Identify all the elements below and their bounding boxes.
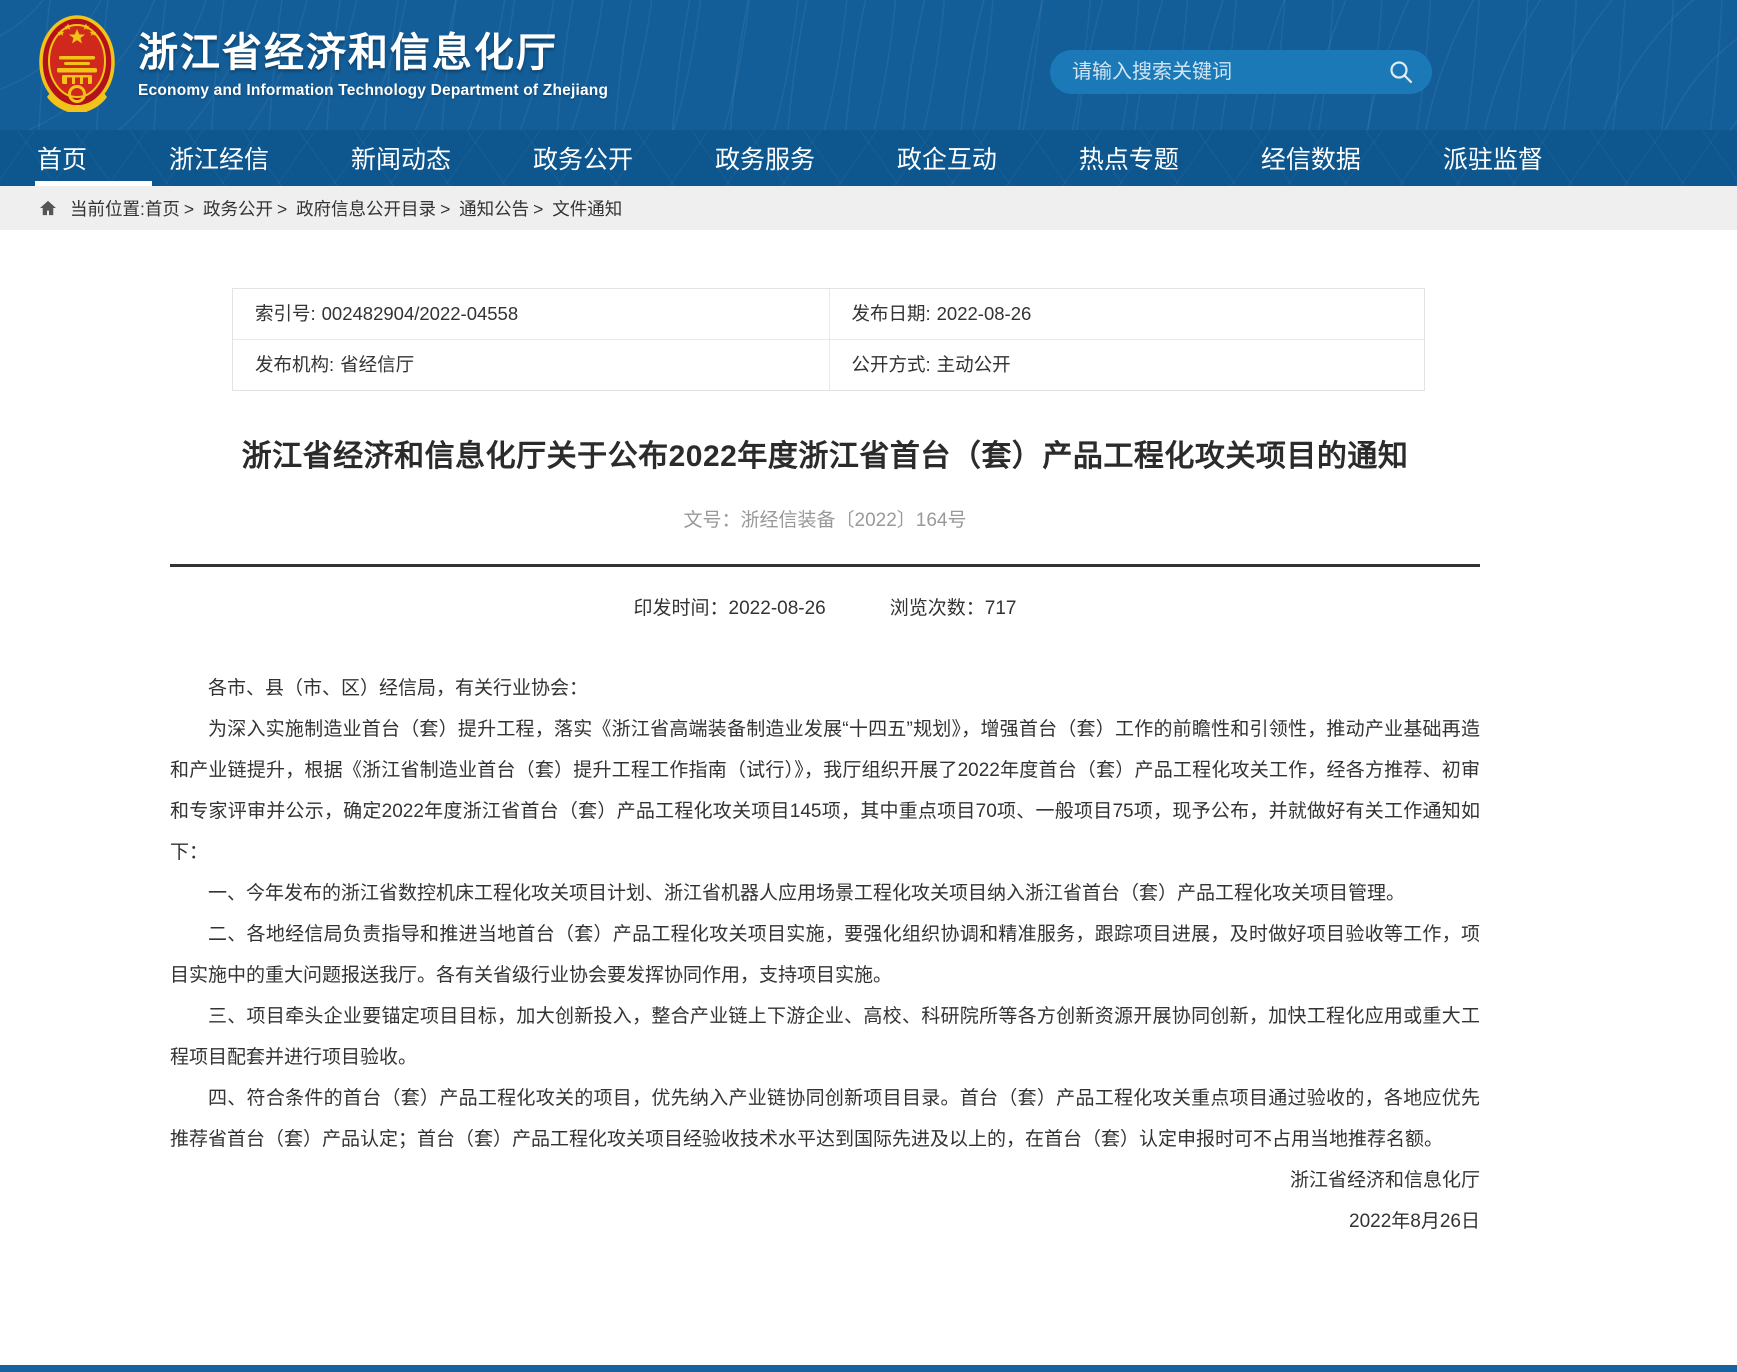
article-paragraph: 三、项目牵头企业要锚定项目目标，加大创新投入，整合产业链上下游企业、高校、科研院…	[170, 996, 1480, 1078]
search-box[interactable]	[1050, 50, 1432, 94]
breadcrumb-separator: >	[440, 199, 455, 219]
meta-label: 发布机构:	[255, 354, 334, 375]
nav-item[interactable]: 首页	[35, 130, 89, 186]
article-paragraph: 二、各地经信局负责指导和推进当地首台（套）产品工程化攻关项目实施，要强化组织协调…	[170, 914, 1480, 996]
national-emblem-icon	[38, 15, 116, 115]
breadcrumb-link[interactable]: 文件通知	[552, 199, 622, 219]
doc-number: 文号：浙经信装备〔2022〕164号	[170, 505, 1480, 532]
breadcrumb-separator: >	[533, 199, 548, 219]
signature-block: 浙江省经济和信息化厅 2022年8月26日	[170, 1160, 1480, 1242]
search-icon[interactable]	[1388, 59, 1414, 85]
nav-item[interactable]: 浙江经信	[167, 130, 271, 186]
nav-item[interactable]: 新闻动态	[349, 130, 453, 186]
nav-item[interactable]: 派驻监督	[1441, 130, 1545, 186]
nav-item[interactable]: 经信数据	[1259, 130, 1363, 186]
breadcrumb-separator: >	[277, 199, 292, 219]
site-subtitle: Economy and Information Technology Depar…	[138, 82, 608, 100]
breadcrumb-prefix: 当前位置:	[70, 196, 145, 221]
search-input[interactable]	[1072, 61, 1388, 84]
breadcrumb-item: 政府信息公开目录>	[296, 199, 459, 219]
meta-cell: 索引号: 002482904/2022-04558	[233, 289, 829, 339]
nav-item[interactable]: 政务公开	[531, 130, 635, 186]
print-date-label: 印发时间：	[634, 598, 729, 619]
meta-value: 省经信厅	[340, 354, 414, 375]
views-count: 717	[985, 598, 1017, 619]
meta-label: 公开方式:	[852, 354, 931, 375]
nav-item[interactable]: 政企互动	[895, 130, 999, 186]
document-meta-table: 索引号: 002482904/2022-04558 发布日期: 2022-08-26…	[232, 288, 1425, 391]
publish-info-row: 印发时间：2022-08-26 浏览次数：717	[170, 593, 1480, 620]
breadcrumb-link[interactable]: 政府信息公开目录	[296, 199, 436, 219]
breadcrumb-item: 文件通知	[552, 199, 630, 219]
site-logo[interactable]: 浙江省经济和信息化厅 Economy and Information Techn…	[38, 15, 608, 115]
breadcrumb-link[interactable]: 首页	[145, 199, 180, 219]
breadcrumb-separator: >	[184, 199, 199, 219]
breadcrumb-item: 首页>	[145, 199, 203, 219]
article-page: 索引号: 002482904/2022-04558 发布日期: 2022-08-26…	[170, 288, 1480, 1242]
breadcrumb-link[interactable]: 通知公告	[459, 199, 529, 219]
print-date-value: 2022-08-26	[729, 598, 826, 619]
site-title-block: 浙江省经济和信息化厅 Economy and Information Techn…	[138, 30, 608, 100]
breadcrumb-item: 政务公开>	[203, 199, 296, 219]
meta-cell: 公开方式: 主动公开	[829, 339, 1425, 390]
article-paragraph: 各市、县（市、区）经信局，有关行业协会：	[170, 668, 1480, 709]
meta-cell: 发布机构: 省经信厅	[233, 339, 829, 390]
nav-item[interactable]: 政务服务	[713, 130, 817, 186]
nav-item[interactable]: 热点专题	[1077, 130, 1181, 186]
meta-label: 索引号:	[255, 303, 316, 324]
signature-date: 2022年8月26日	[170, 1201, 1480, 1242]
breadcrumb-list: 首页> 政务公开> 政府信息公开目录> 通知公告> 文件通知	[145, 196, 630, 221]
article-paragraph: 为深入实施制造业首台（套）提升工程，落实《浙江省高端装备制造业发展“十四五”规划…	[170, 709, 1480, 873]
breadcrumb-item: 通知公告>	[459, 199, 552, 219]
home-icon[interactable]	[38, 198, 58, 218]
article-body: 各市、县（市、区）经信局，有关行业协会：为深入实施制造业首台（套）提升工程，落实…	[170, 668, 1480, 1160]
breadcrumb: 当前位置: 首页> 政务公开> 政府信息公开目录> 通知公告> 文件通知	[0, 186, 1737, 230]
meta-cell: 发布日期: 2022-08-26	[829, 289, 1425, 339]
meta-label: 发布日期:	[852, 303, 931, 324]
title-divider	[170, 564, 1480, 567]
main-nav: 首页 浙江经信 新闻动态 政务公开 政务服务 政企互动 热点专题 经信数据 派驻监督	[0, 130, 1737, 186]
breadcrumb-link[interactable]: 政务公开	[203, 199, 273, 219]
views-label: 浏览次数：	[890, 598, 985, 619]
meta-value: 主动公开	[937, 354, 1011, 375]
article-paragraph: 四、符合条件的首台（套）产品工程化攻关的项目，优先纳入产业链协同创新项目目录。首…	[170, 1078, 1480, 1160]
footer-strip	[0, 1365, 1737, 1372]
nav-items: 首页 浙江经信 新闻动态 政务公开 政务服务 政企互动 热点专题 经信数据 派驻监督	[0, 130, 1545, 186]
meta-value: 2022-08-26	[937, 303, 1032, 324]
site-header: 浙江省经济和信息化厅 Economy and Information Techn…	[0, 0, 1737, 130]
site-title: 浙江省经济和信息化厅	[138, 30, 608, 76]
signature-org: 浙江省经济和信息化厅	[170, 1160, 1480, 1201]
article-paragraph: 一、今年发布的浙江省数控机床工程化攻关项目计划、浙江省机器人应用场景工程化攻关项…	[170, 873, 1480, 914]
meta-value: 002482904/2022-04558	[322, 303, 519, 324]
article-title: 浙江省经济和信息化厅关于公布2022年度浙江省首台（套）产品工程化攻关项目的通知	[170, 431, 1480, 475]
